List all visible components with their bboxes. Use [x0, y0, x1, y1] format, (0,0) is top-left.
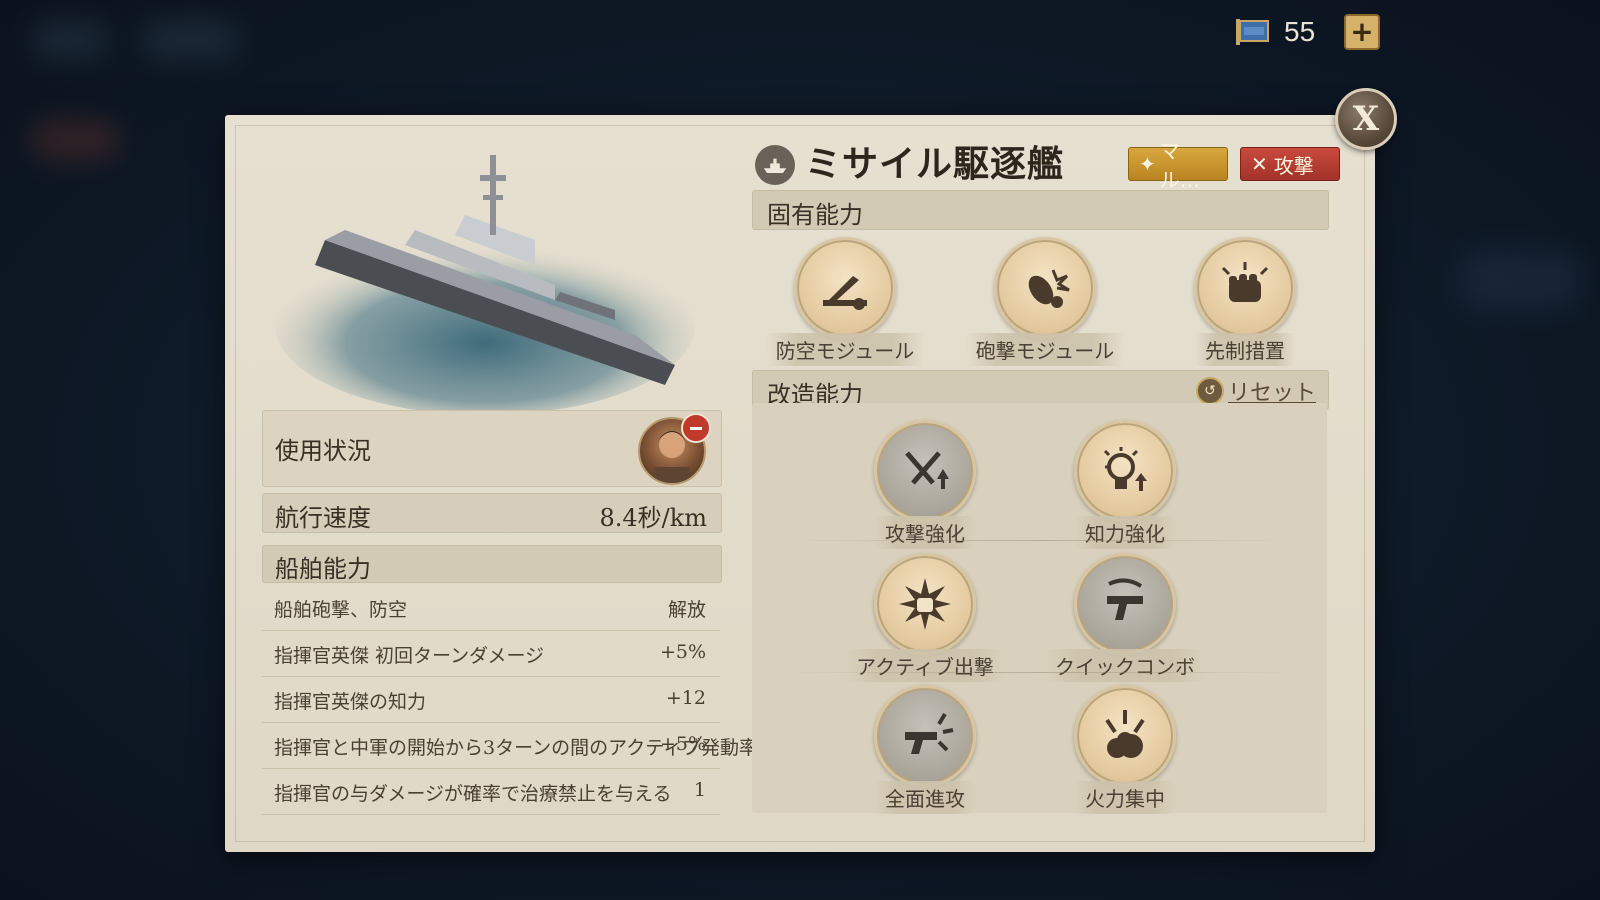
background-blur [1460, 250, 1580, 310]
skill-label: 全面進攻 [875, 781, 975, 814]
skill-label: クイックコンボ [1045, 649, 1205, 682]
add-resource-button[interactable]: + [1344, 14, 1380, 50]
list-item: 指揮官の与ダメージが確率で治療禁止を与える 1 [262, 769, 720, 815]
skill-icon-frame [874, 553, 976, 655]
skill-icon-frame [1194, 237, 1296, 339]
skill-full-assault[interactable]: 全面進攻 [845, 685, 1005, 814]
background-blur [30, 20, 110, 60]
reset-icon: ↺ [1195, 377, 1224, 405]
tag-attack[interactable]: ✕ 攻撃 [1240, 147, 1340, 181]
gun-burst-icon [905, 712, 954, 754]
divider [785, 540, 1295, 541]
ship-abilities-title: 船舶能力 [275, 555, 371, 583]
ship-image [275, 155, 695, 415]
skill-icon-frame [874, 685, 976, 787]
skill-preemptive[interactable]: 先制措置 [1165, 237, 1325, 366]
tag-multi[interactable]: ✦ マル… [1128, 139, 1228, 192]
background-blur [30, 120, 120, 160]
ability-value: 解放 [667, 599, 706, 621]
mod-skills-area [752, 403, 1327, 813]
resource-bar: 55 + [1234, 14, 1380, 50]
ship-icon [755, 145, 795, 185]
ability-value: 1 [693, 779, 706, 801]
skill-icon-frame [1074, 553, 1176, 655]
ship-abilities-list: 船舶砲撃、防空 解放 指揮官英傑 初回ターンダメージ +5% 指揮官英傑の知力 … [262, 585, 758, 815]
pistol-icon [1107, 578, 1143, 620]
ability-name: 指揮官の与ダメージが確率で治療禁止を与える [274, 783, 672, 805]
gear-icon: ✦ [1139, 152, 1156, 176]
skill-icon-frame [994, 237, 1096, 339]
ship-detail-panel: 使用状況 航行速度 8.4秒/km 船舶能力 船舶砲撃、防空 解放 指揮官英傑 … [225, 115, 1375, 852]
explosion-icon [1105, 710, 1145, 758]
background-blur [140, 20, 240, 60]
resource-count: 55 [1284, 16, 1316, 47]
skill-icon-frame [794, 237, 896, 339]
ability-name: 船舶砲撃、防空 [274, 599, 408, 621]
close-button[interactable]: X [1335, 88, 1397, 150]
usage-status: 使用状況 [262, 410, 722, 487]
ability-name: 指揮官英傑の知力 [274, 691, 427, 713]
speed-value: 8.4秒/km [599, 504, 707, 532]
innate-header: 固有能力 [752, 190, 1329, 230]
skill-attack-up[interactable]: 攻撃強化 [845, 420, 1005, 549]
swords-up-icon [905, 451, 949, 489]
list-item: 船舶砲撃、防空 解放 [262, 585, 720, 631]
fist-burst-icon [899, 578, 951, 630]
crossed-swords-icon: ✕ [1251, 152, 1268, 176]
skill-icon-frame [1074, 420, 1176, 522]
minus-icon [690, 426, 702, 430]
skill-anti-air[interactable]: 防空モジュール [765, 237, 925, 366]
skill-active-sortie[interactable]: アクティブ出撃 [845, 553, 1005, 682]
tag-label: マル… [1159, 139, 1200, 192]
innate-title: 固有能力 [767, 201, 863, 229]
tag-label: 攻撃 [1273, 153, 1314, 178]
skill-label: 砲撃モジュール [965, 333, 1125, 366]
speed-row: 航行速度 8.4秒/km [262, 493, 722, 533]
flag-icon [1236, 19, 1269, 45]
divider [785, 672, 1295, 673]
skill-bombard[interactable]: 砲撃モジュール [965, 237, 1125, 366]
skill-label: 攻撃強化 [875, 516, 975, 549]
skill-label: 火力集中 [1075, 781, 1175, 814]
ability-value: +5% [659, 733, 706, 755]
list-item: 指揮官と中軍の開始から3ターンの間のアクティブ発動率 +5% [262, 723, 758, 769]
skill-icon-frame [1074, 685, 1176, 787]
skill-quick-combo[interactable]: クイックコンボ [1045, 553, 1205, 682]
list-item: 指揮官英傑 初回ターンダメージ +5% [262, 631, 720, 677]
skill-label: アクティブ出撃 [846, 649, 1004, 682]
skill-firepower-focus[interactable]: 火力集中 [1045, 685, 1205, 814]
skill-icon-frame [874, 420, 976, 522]
ship-abilities-header: 船舶能力 [262, 545, 722, 583]
speed-label: 航行速度 [275, 504, 371, 532]
skill-label: 防空モジュール [765, 333, 925, 366]
usage-label: 使用状況 [275, 437, 371, 465]
ability-name: 指揮官英傑 初回ターンダメージ [274, 645, 545, 667]
fist-icon [1221, 262, 1269, 302]
skill-int-up[interactable]: 知力強化 [1045, 420, 1205, 549]
ability-value: +12 [665, 687, 706, 709]
lightbulb-up-icon [1103, 447, 1147, 491]
skill-label: 先制措置 [1195, 333, 1295, 366]
remove-commander-button[interactable] [681, 413, 711, 443]
list-item: 指揮官英傑の知力 +12 [262, 677, 720, 723]
skill-label: 知力強化 [1075, 516, 1175, 549]
ship-title: ミサイル駆逐艦 [805, 143, 1065, 185]
anti-air-missile-icon [823, 276, 867, 310]
shell-burst-icon [1028, 269, 1070, 308]
ability-value: +5% [659, 641, 706, 663]
